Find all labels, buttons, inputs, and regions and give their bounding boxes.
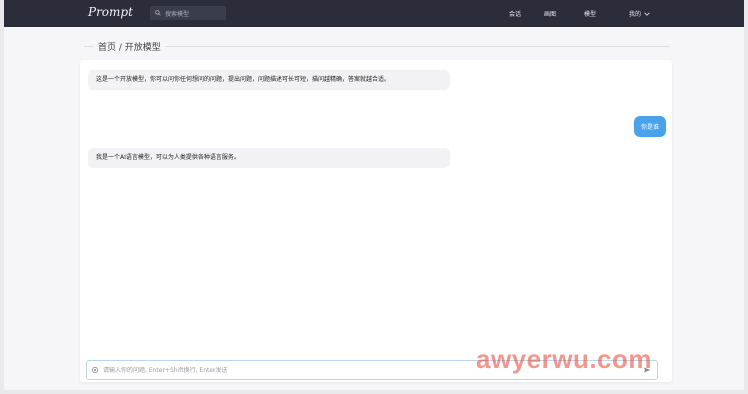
- chat-panel: 这是一个开放模型，你可以问你任何想问的问题，提出问题，问题描述可长可短，描问越精…: [80, 60, 672, 382]
- app-logo[interactable]: Prompt: [88, 5, 133, 19]
- nav-chat[interactable]: 会话: [509, 9, 521, 18]
- settings-icon[interactable]: [91, 366, 99, 374]
- top-navbar: Prompt 搜索模型 会话 画图 模型 我的: [4, 0, 744, 27]
- user-message: 你是谁: [633, 116, 666, 137]
- search-icon: [155, 10, 161, 16]
- breadcrumb: 首页 / 开放模型: [94, 40, 165, 53]
- app-frame: Prompt 搜索模型 会话 画图 模型 我的 首页 / 开放模型 这是一个开放: [4, 0, 744, 390]
- nav-draw[interactable]: 画图: [544, 9, 556, 18]
- nav-mine-label: 我的: [629, 11, 642, 18]
- model-search[interactable]: 搜索模型: [150, 6, 226, 20]
- breadcrumb-divider: [84, 46, 670, 47]
- nav-mine[interactable]: 我的: [629, 9, 650, 18]
- search-placeholder: 搜索模型: [165, 10, 190, 18]
- assistant-message: 这是一个开放模型，你可以问你任何想问的问题，提出问题，问题描述可长可短，描问越精…: [88, 70, 450, 90]
- assistant-message: 我是一个AI语言模型，可以为人类提供各种语言服务。: [88, 148, 450, 168]
- chevron-down-icon: [644, 12, 650, 16]
- watermark: awyerwu.com: [476, 344, 653, 374]
- nav-models[interactable]: 模型: [584, 9, 596, 18]
